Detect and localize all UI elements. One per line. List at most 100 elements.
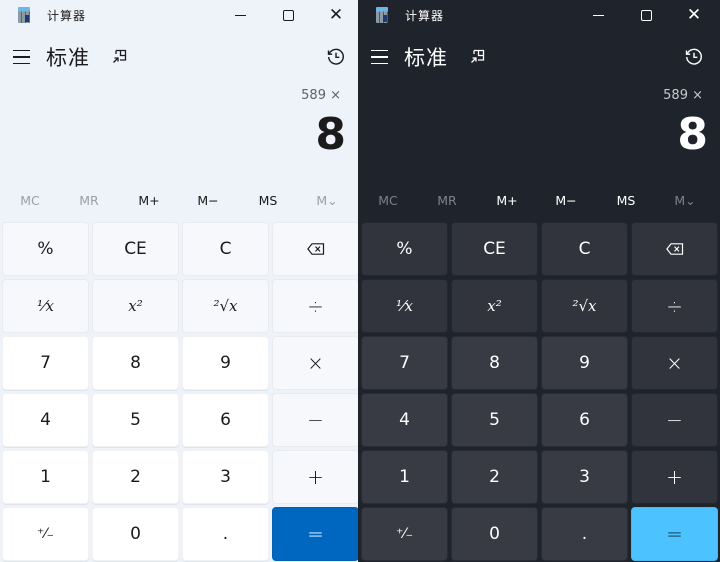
add-label: + xyxy=(307,465,324,489)
minimize-button[interactable] xyxy=(217,0,263,30)
subtract-button[interactable]: − xyxy=(631,393,718,447)
memory-mr-button[interactable]: MR xyxy=(417,193,477,208)
digit-2-button[interactable]: 2 xyxy=(92,450,179,504)
reciprocal-button[interactable]: ¹⁄x xyxy=(361,279,448,333)
divide-button[interactable]: ÷ xyxy=(272,279,358,333)
decimal-button[interactable]: . xyxy=(182,507,269,561)
maximize-button[interactable] xyxy=(623,0,669,30)
memory-m-plus-button[interactable]: M+ xyxy=(119,193,179,208)
square-root-button[interactable]: ²√x xyxy=(182,279,269,333)
digit-9-button[interactable]: 9 xyxy=(541,336,628,390)
reciprocal-label: ¹⁄x xyxy=(37,297,54,315)
minimize-button[interactable] xyxy=(575,0,621,30)
clear-button[interactable]: C xyxy=(541,222,628,276)
decimal-button[interactable]: . xyxy=(541,507,628,561)
negate-button[interactable]: ⁺⁄₋ xyxy=(361,507,448,561)
title-bar: 计算器 ✕ xyxy=(358,0,720,30)
close-icon: ✕ xyxy=(328,4,344,25)
app-title: 计算器 xyxy=(47,9,87,23)
clear-label: C xyxy=(578,239,591,259)
digit-4-button[interactable]: 4 xyxy=(361,393,448,447)
keep-on-top-icon[interactable] xyxy=(469,48,486,65)
memory-m-plus-button[interactable]: M+ xyxy=(477,193,537,208)
digit-7-label: 7 xyxy=(40,353,51,373)
close-button[interactable]: ✕ xyxy=(671,0,717,30)
digit-5-label: 5 xyxy=(130,410,141,430)
digit-0-label: 0 xyxy=(489,524,500,544)
digit-4-button[interactable]: 4 xyxy=(2,393,89,447)
digit-6-button[interactable]: 6 xyxy=(182,393,269,447)
equals-button[interactable]: = xyxy=(631,507,718,561)
memory-ms-button[interactable]: MS xyxy=(238,193,298,208)
digit-8-button[interactable]: 8 xyxy=(92,336,179,390)
percent-button[interactable]: % xyxy=(361,222,448,276)
backspace-button[interactable] xyxy=(631,222,718,276)
digit-9-button[interactable]: 9 xyxy=(182,336,269,390)
divide-button[interactable]: ÷ xyxy=(631,279,718,333)
clear-button[interactable]: C xyxy=(182,222,269,276)
memory-mc-button[interactable]: MC xyxy=(358,193,418,208)
add-button[interactable]: + xyxy=(631,450,718,504)
digit-5-button[interactable]: 5 xyxy=(92,393,179,447)
maximize-button[interactable] xyxy=(265,0,311,30)
digit-8-button[interactable]: 8 xyxy=(451,336,538,390)
memory-m-list-button[interactable]: M⌄ xyxy=(655,193,715,208)
digit-7-button[interactable]: 7 xyxy=(361,336,448,390)
square-root-label: ²√x xyxy=(213,297,238,315)
digit-5-button[interactable]: 5 xyxy=(451,393,538,447)
percent-label: % xyxy=(37,239,54,259)
digit-6-button[interactable]: 6 xyxy=(541,393,628,447)
memory-mr-button[interactable]: MR xyxy=(59,193,119,208)
memory-m-minus-button[interactable]: M− xyxy=(536,193,596,208)
keypad: % CE C ¹⁄x x² ²√x ÷ 7 8 9 × 4 5 6 − 1 2 3 + ⁺⁄₋ 0. = xyxy=(361,222,718,561)
multiply-button[interactable]: × xyxy=(272,336,358,390)
expression-display: 589 × xyxy=(301,88,341,103)
memory-ms-button[interactable]: MS xyxy=(596,193,656,208)
digit-7-button[interactable]: 7 xyxy=(2,336,89,390)
digit-0-button[interactable]: 0 xyxy=(451,507,538,561)
digit-0-button[interactable]: 0 xyxy=(92,507,179,561)
memory-mc-button[interactable]: MC xyxy=(0,193,60,208)
negate-button[interactable]: ⁺⁄₋ xyxy=(2,507,89,561)
digit-3-button[interactable]: 3 xyxy=(541,450,628,504)
keep-on-top-icon[interactable] xyxy=(111,48,128,65)
digit-3-label: 3 xyxy=(220,467,231,487)
calculator-window-light: 计算器 ✕ 标准 589 × 8 MC MR M+ M− MS M⌄ % CE C ¹⁄x x² ²… xyxy=(0,0,358,562)
square-button[interactable]: x² xyxy=(92,279,179,333)
history-icon[interactable] xyxy=(684,47,704,67)
digit-5-label: 5 xyxy=(489,410,500,430)
clear-entry-button[interactable]: CE xyxy=(92,222,179,276)
memory-m-list-button[interactable]: M⌄ xyxy=(297,193,357,208)
add-button[interactable]: + xyxy=(272,450,358,504)
close-button[interactable]: ✕ xyxy=(313,0,358,30)
multiply-button[interactable]: × xyxy=(631,336,718,390)
backspace-button[interactable] xyxy=(272,222,358,276)
hamburger-menu-icon[interactable] xyxy=(371,50,388,64)
digit-3-button[interactable]: 3 xyxy=(182,450,269,504)
history-icon[interactable] xyxy=(326,47,346,67)
equals-button[interactable]: = xyxy=(272,507,358,561)
digit-7-label: 7 xyxy=(399,353,410,373)
digit-4-label: 4 xyxy=(40,410,51,430)
close-icon: ✕ xyxy=(686,4,702,25)
result-display: 8 xyxy=(315,109,346,160)
digit-1-button[interactable]: 1 xyxy=(2,450,89,504)
digit-2-label: 2 xyxy=(130,467,141,487)
clear-entry-label: CE xyxy=(483,239,506,259)
digit-4-label: 4 xyxy=(399,410,410,430)
digit-3-label: 3 xyxy=(579,467,590,487)
memory-m-minus-button[interactable]: M− xyxy=(178,193,238,208)
clear-entry-button[interactable]: CE xyxy=(451,222,538,276)
digit-2-button[interactable]: 2 xyxy=(451,450,538,504)
calculator-icon xyxy=(18,7,30,23)
reciprocal-button[interactable]: ¹⁄x xyxy=(2,279,89,333)
equals-label: = xyxy=(307,522,324,546)
square-root-button[interactable]: ²√x xyxy=(541,279,628,333)
subtract-button[interactable]: − xyxy=(272,393,358,447)
hamburger-menu-icon[interactable] xyxy=(13,50,30,64)
digit-1-button[interactable]: 1 xyxy=(361,450,448,504)
digit-6-label: 6 xyxy=(579,410,590,430)
percent-button[interactable]: % xyxy=(2,222,89,276)
square-button[interactable]: x² xyxy=(451,279,538,333)
clear-entry-label: CE xyxy=(124,239,147,259)
